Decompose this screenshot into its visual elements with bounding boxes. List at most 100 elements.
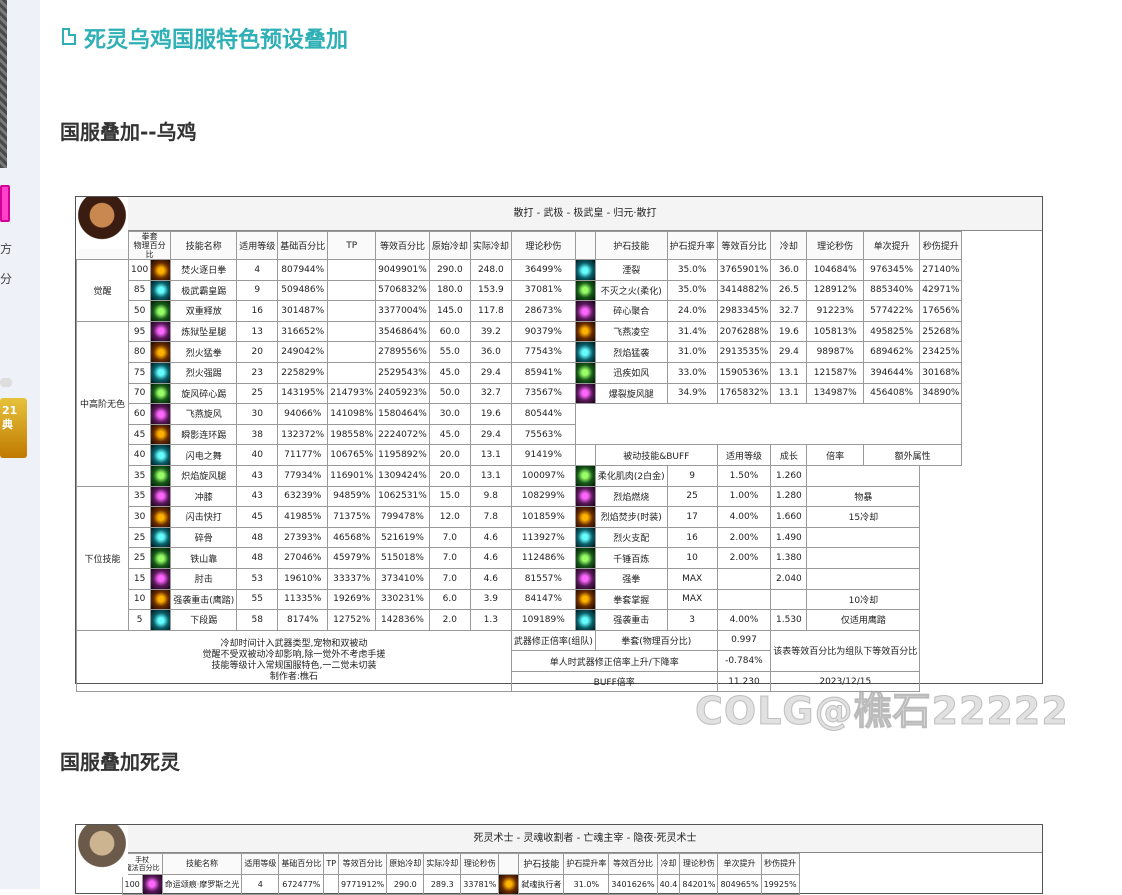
value-cell: 672477% — [278, 873, 325, 895]
value-cell: 19610% — [277, 567, 329, 590]
passive-header: 被动技能&BUFF — [594, 444, 718, 466]
value-cell: 515018% — [375, 547, 430, 569]
passive-growth: 2.00% — [716, 526, 772, 549]
value-cell: 799478% — [375, 506, 430, 528]
value-cell: 38 — [236, 423, 279, 446]
passive-extra: 物暴 — [806, 485, 921, 508]
portrait-spacer — [76, 874, 122, 895]
value-cell: 2529543% — [375, 361, 430, 384]
value-cell: 烈火强踢 — [170, 361, 238, 384]
skill-icon — [150, 464, 172, 487]
value-cell: 炼狱坠星腿 — [170, 320, 238, 343]
value-cell: 2405923% — [375, 382, 430, 405]
talisman-cell: 35.0% — [666, 259, 718, 281]
passive-rate: 2.040 — [770, 567, 808, 590]
value-cell: 32.7 — [469, 382, 512, 405]
value-cell: 45979% — [327, 547, 377, 569]
column-header: 手杖 魔法百分比 — [121, 853, 163, 875]
value-cell: 20 — [236, 341, 279, 363]
passive-growth: 1.50% — [716, 464, 772, 487]
talisman-cell: 33.0% — [666, 361, 718, 384]
column-header: 原始冷却 — [428, 231, 471, 260]
value-cell: 28673% — [510, 300, 576, 322]
weapon-value: 0.997 — [716, 629, 772, 652]
value-cell: 73567% — [510, 382, 576, 405]
talisman-cell: 湮裂 — [594, 259, 668, 281]
value-cell: 143195% — [277, 382, 329, 405]
value-cell: 225829% — [277, 361, 329, 384]
value-cell: 113927% — [510, 526, 576, 549]
value-cell: 180.0 — [428, 279, 471, 302]
value-cell: 71177% — [277, 444, 329, 466]
value-cell: 1195892% — [375, 444, 430, 466]
talisman-cell: 91223% — [806, 300, 864, 322]
value-cell: 55.0 — [428, 341, 471, 363]
talisman-cell: 2913535% — [716, 341, 772, 363]
value-cell: 7.0 — [428, 526, 471, 549]
value-cell: 13.1 — [469, 464, 512, 487]
talisman-cell: 29.4 — [770, 341, 808, 363]
talisman-cell: 134987% — [806, 382, 864, 405]
talisman-icon — [574, 361, 596, 384]
scroll-dot — [0, 378, 12, 387]
talisman-cell: 31.4% — [666, 320, 718, 343]
value-cell: 106765% — [327, 444, 377, 466]
passive-icon — [574, 547, 596, 569]
column-header: 技能名称 — [170, 231, 238, 260]
column-header: 等效百分比 — [375, 231, 430, 260]
level-cell: 10 — [127, 588, 152, 611]
level-cell: 50 — [127, 300, 152, 322]
game-badge-icon[interactable]: 21 典 — [0, 398, 27, 458]
value-cell: 112486% — [510, 547, 576, 569]
value-cell: 30.0 — [428, 403, 471, 425]
value-cell: 炽焰旋风腿 — [170, 464, 238, 487]
watermark: COLG@樵石22222 — [695, 689, 1069, 734]
talisman-cell: 689462% — [862, 341, 921, 363]
talisman-cell: 19.6 — [770, 320, 808, 343]
value-cell: 116901% — [327, 464, 377, 487]
value-cell: 45.0 — [428, 361, 471, 384]
value-cell: 16 — [236, 300, 279, 322]
level-cell: 35 — [127, 485, 152, 508]
value-cell: 23 — [236, 361, 279, 384]
value-cell: 330231% — [375, 588, 430, 611]
value-cell: 46568% — [327, 526, 377, 549]
passive-rate: 1.380 — [770, 547, 808, 569]
value-cell: 132372% — [277, 423, 329, 446]
group-label: 中高阶无色 — [76, 320, 129, 487]
value-cell: 1580464% — [375, 403, 430, 425]
value-cell: 100 — [121, 873, 143, 895]
passive-icon — [574, 464, 596, 487]
level-cell: 25 — [127, 547, 152, 569]
value-cell: 509486% — [277, 279, 329, 302]
article-content: 死灵乌鸡国服特色预设叠加 国服叠加--乌鸡 散打 - 武极 - 极武皇 - 归元… — [40, 0, 1122, 895]
buff-label: BUFF倍率 — [510, 670, 718, 693]
value-cell: 108299% — [510, 485, 576, 508]
level-cell: 15 — [127, 567, 152, 590]
talisman-cell: 27140% — [919, 259, 963, 281]
value-cell — [323, 873, 340, 895]
talisman-cell: 36.0 — [770, 259, 808, 281]
skill-icon — [150, 403, 172, 425]
table-row: 60 飞燕旋风 30 94066% 141098% 1580464% 30.0 19.6 805… — [77, 403, 963, 446]
passive-extra — [806, 547, 921, 569]
pink-badge-icon[interactable] — [0, 185, 10, 222]
value-cell — [327, 361, 377, 384]
value-cell: 碎骨 — [170, 526, 238, 549]
talisman-cell: 34890% — [919, 382, 963, 405]
thumbnail-image[interactable] — [0, 0, 7, 168]
value-cell: 27393% — [277, 526, 329, 549]
talisman-cell: 爆裂旋风腿 — [594, 382, 668, 405]
value-cell: 27046% — [277, 547, 329, 569]
talisman-cell: 13.1 — [770, 361, 808, 384]
column-header: 理论秒伤 — [510, 231, 576, 260]
passive-growth: 4.00% — [716, 609, 772, 631]
value-cell: 117.8 — [469, 300, 512, 322]
value-cell: 85941% — [510, 361, 576, 384]
value-cell: 12.0 — [428, 506, 471, 528]
talisman-cell: 17656% — [919, 300, 963, 322]
value-cell: 11335% — [277, 588, 329, 611]
value-cell: 48 — [236, 526, 279, 549]
value-cell: 316652% — [277, 320, 329, 343]
talisman-cell: 456408% — [862, 382, 921, 405]
